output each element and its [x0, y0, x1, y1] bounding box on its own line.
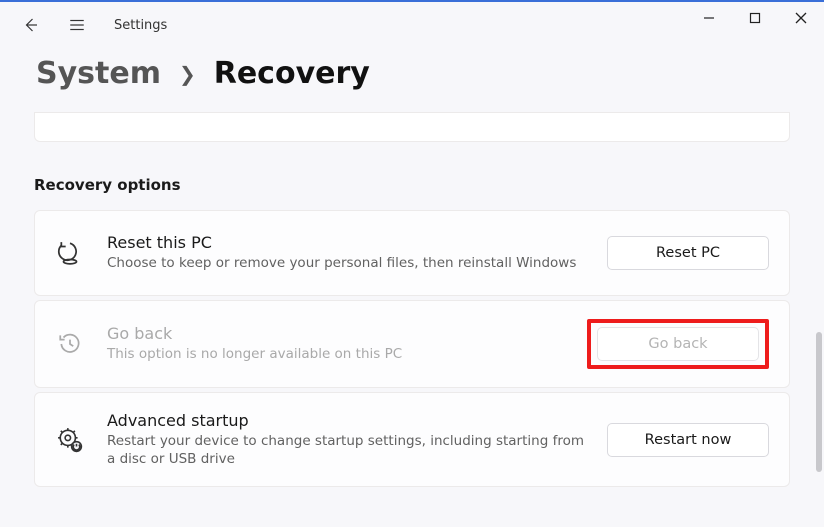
titlebar: Settings	[0, 2, 824, 48]
settings-window: Settings System ❯ Recovery Recovery opti…	[0, 0, 824, 527]
option-desc: This option is no longer available on th…	[107, 345, 565, 363]
option-reset-pc: Reset this PC Choose to keep or remove y…	[34, 210, 790, 296]
reset-icon	[55, 240, 85, 266]
content-area: Recovery options Reset this PC Choose to…	[0, 112, 824, 527]
breadcrumb-parent[interactable]: System	[36, 56, 161, 91]
app-name-label: Settings	[114, 18, 167, 33]
restart-now-button[interactable]: Restart now	[607, 423, 769, 457]
history-icon	[55, 331, 85, 357]
minimize-button[interactable]	[686, 2, 732, 34]
back-icon[interactable]	[22, 16, 40, 34]
nav-menu-icon[interactable]	[68, 16, 86, 34]
close-button[interactable]	[778, 2, 824, 34]
gear-power-icon	[55, 427, 85, 453]
option-advanced-startup: Advanced startup Restart your device to …	[34, 392, 790, 487]
option-go-back: Go back This option is no longer availab…	[34, 300, 790, 388]
scrollbar-thumb[interactable]	[816, 332, 822, 472]
chevron-right-icon: ❯	[179, 62, 196, 86]
option-title: Reset this PC	[107, 233, 585, 252]
breadcrumb-current: Recovery	[214, 56, 370, 91]
option-title: Advanced startup	[107, 411, 585, 430]
annotation-highlight: Go back	[587, 319, 769, 369]
breadcrumb: System ❯ Recovery	[0, 48, 824, 109]
reset-pc-button[interactable]: Reset PC	[607, 236, 769, 270]
option-desc: Choose to keep or remove your personal f…	[107, 254, 585, 272]
maximize-button[interactable]	[732, 2, 778, 34]
go-back-button: Go back	[597, 327, 759, 361]
window-controls	[686, 2, 824, 34]
partial-card-above	[34, 112, 790, 142]
option-desc: Restart your device to change startup se…	[107, 432, 585, 468]
section-heading: Recovery options	[34, 176, 790, 194]
option-title: Go back	[107, 324, 565, 343]
